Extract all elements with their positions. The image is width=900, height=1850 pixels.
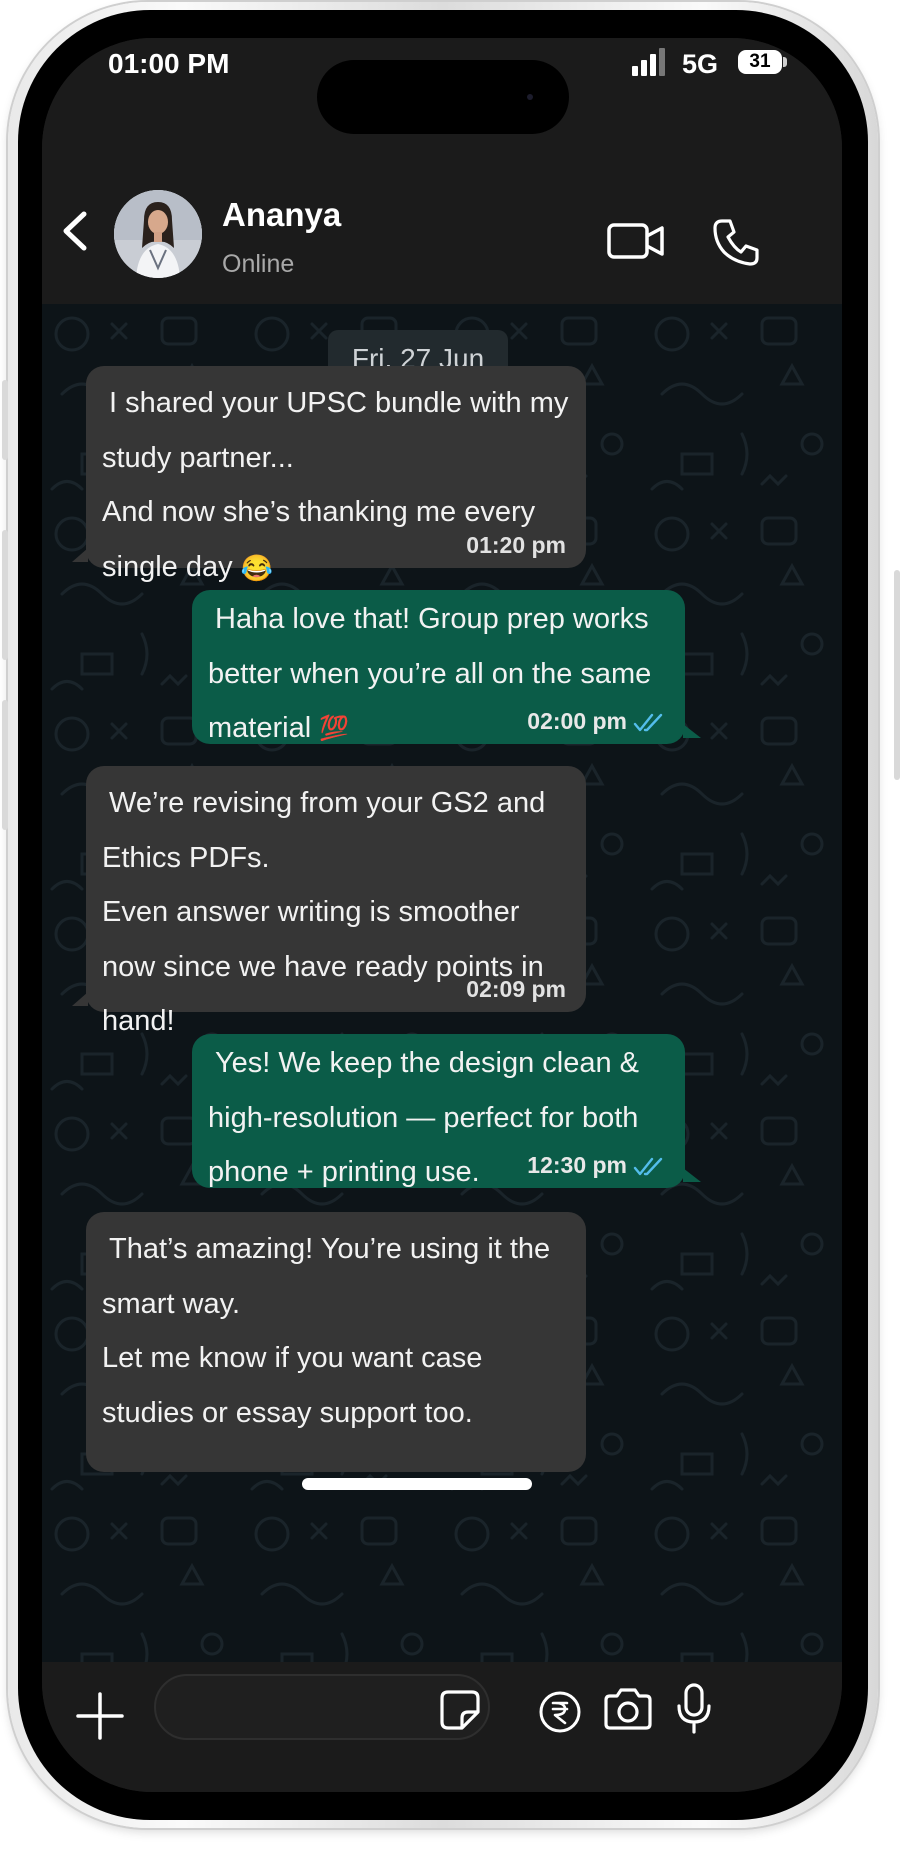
battery-icon: 31 — [738, 50, 782, 74]
message-line: Let me know if you want case — [102, 1342, 483, 1374]
message-line: I shared your UPSC bundle with my — [109, 387, 569, 419]
avatar-image — [114, 190, 202, 278]
home-indicator[interactable] — [302, 1478, 532, 1490]
message-bubble-incoming[interactable]: That’s amazing! You’re using it the smar… — [86, 1212, 586, 1472]
message-bubble-incoming[interactable]: I shared your UPSC bundle with my study … — [72, 366, 586, 583]
video-camera-icon[interactable] — [606, 220, 666, 262]
message-line: That’s amazing! You’re using it the — [109, 1233, 551, 1265]
phone-icon[interactable] — [710, 216, 762, 268]
bubble-tail — [683, 724, 701, 738]
message-bubble-incoming[interactable]: We’re revising from your GS2 and Ethics … — [72, 766, 586, 1037]
message-line: high-resolution — perfect for both — [208, 1101, 639, 1134]
message-time: 12:30 pm — [527, 1152, 627, 1178]
network-type: 5G — [682, 49, 719, 79]
rupee-icon[interactable] — [538, 1690, 582, 1734]
bubble-tail — [72, 992, 88, 1006]
phone-screen: 01:00 PM 5G 31 Ananya Online Fri, 27 Jun… — [42, 38, 842, 1792]
chat-area[interactable]: Fri, 27 Jun I shared your UPSC bundle wi… — [42, 304, 842, 1662]
sticker-icon[interactable] — [438, 1688, 482, 1732]
front-camera-dot — [527, 94, 533, 100]
volume-down-button — [2, 700, 8, 830]
message-meta: 12:30 pm — [527, 1148, 665, 1182]
laughing-emoji-icon: 😂 — [240, 552, 273, 583]
power-button — [894, 570, 900, 780]
contact-name[interactable]: Ananya — [222, 196, 341, 234]
signal-strength-icon — [632, 46, 672, 76]
message-time: 02:09 pm — [466, 976, 566, 1002]
avatar[interactable] — [114, 190, 202, 278]
message-line: study partner... — [102, 441, 294, 474]
message-line: material — [208, 712, 312, 744]
message-bubble-outgoing[interactable]: Haha love that! Group prep works better … — [192, 590, 701, 744]
chevron-left-icon[interactable] — [56, 206, 96, 256]
message-composer — [42, 1662, 842, 1792]
message-meta: 02:00 pm — [527, 704, 665, 738]
bubble-tail — [683, 1168, 701, 1182]
dynamic-island — [317, 60, 569, 134]
double-check-read-icon — [633, 713, 663, 732]
chat-header: Ananya Online — [42, 158, 842, 304]
message-line: Even answer writing is smoother — [102, 896, 520, 928]
message-time: 01:20 pm — [466, 532, 566, 558]
bubble-tail — [72, 548, 88, 562]
action-button — [2, 380, 8, 460]
battery-nub — [783, 57, 787, 67]
message-line: studies or essay support too. — [102, 1396, 473, 1429]
message-line: better when you’re all on the same — [208, 657, 652, 690]
double-check-read-icon — [633, 1157, 663, 1176]
plus-icon[interactable] — [74, 1690, 126, 1742]
message-line: smart way. — [102, 1287, 241, 1320]
contact-status: Online — [222, 250, 295, 278]
microphone-icon[interactable] — [674, 1682, 714, 1736]
message-line: Yes! We keep the design clean & — [215, 1047, 640, 1079]
message-line: single day — [102, 550, 233, 583]
message-line: We’re revising from your GS2 and — [109, 787, 546, 819]
volume-up-button — [2, 530, 8, 660]
camera-icon[interactable] — [602, 1686, 654, 1732]
message-time: 02:00 pm — [527, 708, 627, 734]
message-line: Haha love that! Group prep works — [215, 603, 649, 635]
hundred-points-emoji-icon: 💯 — [319, 715, 350, 743]
battery-level: 31 — [749, 51, 771, 72]
status-bar: 01:00 PM 5G 31 — [42, 38, 842, 158]
message-bubble-outgoing[interactable]: Yes! We keep the design clean & high-res… — [192, 1034, 701, 1188]
message-line: Ethics PDFs. — [102, 841, 270, 874]
status-time: 01:00 PM — [108, 48, 230, 79]
